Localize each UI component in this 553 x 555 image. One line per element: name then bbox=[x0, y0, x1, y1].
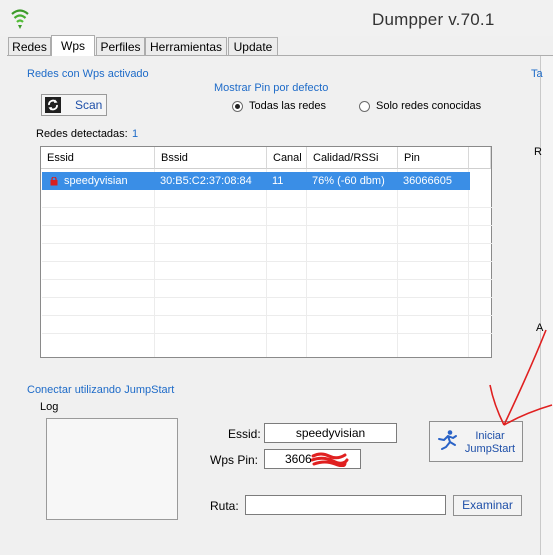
grid-line bbox=[306, 169, 307, 357]
tab-label: Perfiles bbox=[100, 40, 141, 54]
running-man-icon bbox=[438, 430, 457, 450]
tab-label: Wps bbox=[61, 39, 85, 53]
column-header-pin[interactable]: Pin bbox=[398, 147, 469, 169]
wps-pin-field[interactable]: 3606 bbox=[264, 449, 361, 469]
tab-label: Update bbox=[233, 40, 273, 54]
grid-line bbox=[42, 297, 492, 298]
grid-line bbox=[154, 169, 155, 357]
radio-todas[interactable] bbox=[232, 101, 243, 112]
cell-pin: 36066605 bbox=[403, 175, 452, 187]
essid-field[interactable]: speedyvisian bbox=[264, 423, 397, 443]
grid-line bbox=[266, 169, 267, 357]
refresh-icon bbox=[45, 97, 61, 113]
tab-redes[interactable]: Redes bbox=[8, 37, 51, 55]
column-header-filler bbox=[469, 147, 491, 169]
lock-icon bbox=[50, 177, 58, 186]
grid-line bbox=[42, 225, 492, 226]
pin-group-title: Mostrar Pin por defecto bbox=[214, 82, 329, 94]
column-header-calidad[interactable]: Calidad/RSSi bbox=[307, 147, 398, 169]
side-fragment-mid: R bbox=[534, 146, 542, 158]
redaction-scribble-icon bbox=[311, 452, 349, 467]
tab-label: Redes bbox=[12, 40, 47, 54]
radio-conocidas[interactable] bbox=[359, 101, 370, 112]
wps-section-title: Redes con Wps activado bbox=[27, 68, 149, 80]
cell-bssid: 30:B5:C2:37:08:84 bbox=[160, 175, 252, 187]
ruta-label: Ruta: bbox=[210, 499, 239, 513]
radio-todas-label: Todas las redes bbox=[249, 100, 327, 112]
scan-label: Scan bbox=[75, 98, 103, 112]
tab-update[interactable]: Update bbox=[228, 37, 278, 55]
jumpstart-section-title: Conectar utilizando JumpStart bbox=[27, 384, 175, 396]
table-row[interactable]: speedyvisian 30:B5:C2:37:08:84 11 76% (-… bbox=[42, 172, 470, 190]
cell-essid: speedyvisian bbox=[64, 175, 128, 187]
adjacent-window-edge bbox=[540, 56, 553, 555]
tab-herramientas[interactable]: Herramientas bbox=[145, 37, 227, 55]
side-fragment-top: Ta bbox=[531, 68, 543, 80]
wps-pin-value: 3606 bbox=[285, 452, 312, 466]
grid-line bbox=[42, 333, 492, 334]
cell-calidad: 76% (-60 dbm) bbox=[312, 175, 385, 187]
examinar-button[interactable]: Examinar bbox=[453, 495, 522, 516]
tab-wps[interactable]: Wps bbox=[51, 35, 95, 56]
annotation-arrow-icon bbox=[489, 329, 553, 426]
detected-count: 1 bbox=[132, 128, 139, 140]
tab-label: Herramientas bbox=[149, 40, 223, 54]
title-bar[interactable]: Dumpper v.70.1 bbox=[0, 0, 553, 36]
column-header-essid[interactable]: Essid bbox=[41, 147, 155, 169]
grid-line bbox=[42, 207, 492, 208]
grid-line bbox=[42, 279, 492, 280]
log-box[interactable] bbox=[46, 418, 178, 520]
essid-label: Essid: bbox=[228, 427, 261, 441]
wps-pin-label: Wps Pin: bbox=[210, 453, 259, 467]
column-header-bssid[interactable]: Bssid bbox=[155, 147, 267, 169]
tab-perfiles[interactable]: Perfiles bbox=[96, 37, 145, 55]
grid-line bbox=[42, 243, 492, 244]
detected-label: Redes detectadas: bbox=[36, 128, 128, 140]
networks-table[interactable]: Essid Bssid Canal Calidad/RSSi Pin speed… bbox=[40, 146, 492, 358]
grid-line bbox=[468, 169, 469, 357]
log-label: Log bbox=[40, 401, 59, 413]
grid-line bbox=[42, 315, 492, 316]
column-header-canal[interactable]: Canal bbox=[267, 147, 307, 169]
scan-button[interactable]: Scan bbox=[41, 94, 107, 116]
ruta-field[interactable] bbox=[245, 495, 446, 515]
window-title: Dumpper v.70.1 bbox=[372, 10, 495, 29]
jumpstart-label-line2: JumpStart bbox=[464, 443, 516, 455]
grid-line bbox=[42, 261, 492, 262]
wifi-app-icon bbox=[11, 9, 29, 29]
cell-canal: 11 bbox=[272, 175, 284, 187]
radio-conocidas-label: Solo redes conocidas bbox=[376, 100, 482, 112]
grid-line bbox=[397, 169, 398, 357]
radio-dot bbox=[235, 104, 240, 109]
